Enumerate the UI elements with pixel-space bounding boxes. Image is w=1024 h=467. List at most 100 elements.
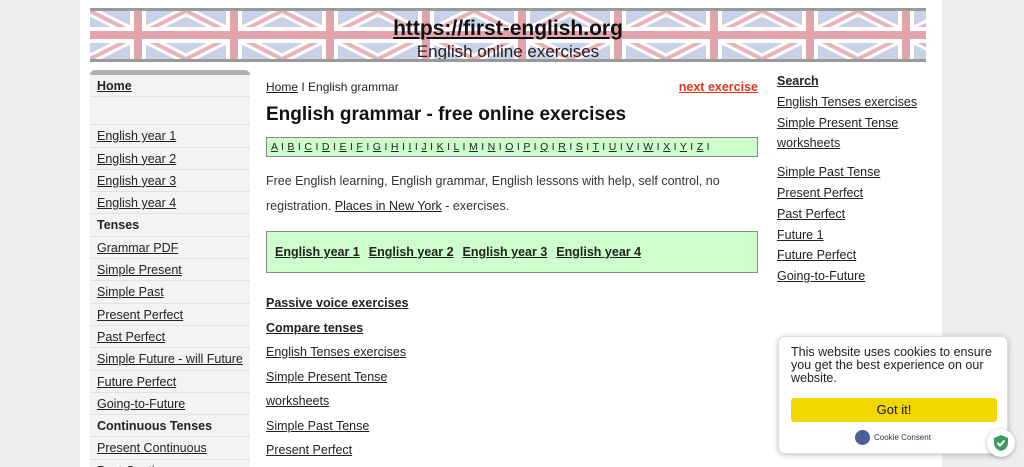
year-link[interactable]: English year 4 <box>556 245 641 259</box>
sidebar-item[interactable]: Simple Past <box>90 281 250 304</box>
alphabet-letter-link[interactable]: X <box>663 141 670 153</box>
sidebar-item[interactable]: Present Continuous <box>90 437 250 460</box>
sidebar-item-link[interactable]: Future Perfect <box>97 375 176 389</box>
alphabet-letter-link[interactable]: K <box>437 141 444 153</box>
sidebar-item-link[interactable]: English year 2 <box>97 152 176 166</box>
breadcrumb: Home I English grammar next exercise <box>266 78 758 96</box>
right-link[interactable]: Simple Present Tense <box>777 116 898 130</box>
right-link[interactable]: English Tenses exercises <box>777 95 917 109</box>
year-link[interactable]: English year 2 <box>369 245 454 259</box>
sidebar-item-link[interactable]: Simple Present <box>97 263 182 277</box>
site-url-link[interactable]: https://first-english.org <box>393 17 623 41</box>
sidebar-item[interactable]: English year 3 <box>90 170 250 193</box>
sidebar-item-link[interactable]: Present Continuous <box>97 441 207 455</box>
year-link[interactable]: English year 3 <box>463 245 548 259</box>
alphabet-letter-link[interactable]: D <box>322 141 330 153</box>
sidebar-item[interactable]: Tenses <box>90 214 250 237</box>
left-sidebar: Home English year 1 English year 2 English… <box>90 70 250 467</box>
alphabet-letter-link[interactable]: O <box>505 141 513 153</box>
main-link-row: Passive voice exercises <box>266 291 758 316</box>
breadcrumb-current: English grammar <box>308 80 399 94</box>
right-link[interactable]: worksheets <box>777 136 840 150</box>
main-link[interactable]: Present Perfect <box>266 443 352 457</box>
alphabet-letter-link[interactable]: R <box>558 141 566 153</box>
sidebar-item-link[interactable]: Going-to-Future <box>97 397 185 411</box>
alphabet-letter-link[interactable]: E <box>339 141 346 153</box>
alphabet-letter-link[interactable]: B <box>287 141 294 153</box>
sidebar-item-link[interactable]: Present Perfect <box>97 308 183 322</box>
sidebar-item-link[interactable]: Simple Future - will Future <box>97 352 243 366</box>
sidebar-item-label: Tenses <box>97 218 140 233</box>
alphabet-letter-link[interactable]: C <box>304 141 312 153</box>
main-links-list: Passive voice exercises Compare tenses Eng… <box>266 291 758 467</box>
right-link[interactable]: Future 1 <box>777 228 824 242</box>
alphabet-letter-link[interactable]: W <box>643 141 653 153</box>
sidebar-item[interactable]: English year 1 <box>90 125 250 148</box>
alphabet-letter-link[interactable]: H <box>391 141 399 153</box>
alphabet-letter-link[interactable]: J <box>421 141 427 153</box>
main-link-row: worksheets <box>266 389 758 414</box>
main-link-row: Simple Present Tense <box>266 365 758 390</box>
sidebar-item[interactable]: English year 2 <box>90 148 250 170</box>
main-link[interactable]: Passive voice exercises <box>266 296 408 310</box>
sidebar-item[interactable]: Simple Future - will Future <box>90 348 250 371</box>
sidebar-item-label: Continuous Tenses <box>97 419 213 434</box>
right-link[interactable]: Future Perfect <box>777 248 856 262</box>
main-link-row: Simple Past Tense <box>266 414 758 439</box>
year-link[interactable]: English year 1 <box>275 245 360 259</box>
header-banner: https://first-english.org English online… <box>90 8 926 62</box>
main-link[interactable]: Compare tenses <box>266 321 363 335</box>
sidebar-item[interactable]: English year 4 <box>90 192 250 215</box>
alphabet-letter-link[interactable]: G <box>373 141 381 153</box>
sidebar-item[interactable]: Past Perfect <box>90 326 250 349</box>
sidebar-item-link[interactable]: Past Perfect <box>97 330 165 344</box>
year-links-box: English year 1 English year 2 English year… <box>266 231 758 273</box>
alphabet-letter-link[interactable]: U <box>609 141 617 153</box>
main-link-row: Past Perfect <box>266 463 758 467</box>
sidebar-item[interactable]: Grammar PDF <box>90 237 250 260</box>
sidebar-item-link[interactable]: English year 3 <box>97 174 176 188</box>
breadcrumb-home-link[interactable]: Home <box>266 80 298 94</box>
sidebar-item-link[interactable]: English year 4 <box>97 196 176 210</box>
alphabet-letter-link[interactable]: A <box>271 141 278 153</box>
alphabet-letter-link[interactable]: V <box>626 141 633 153</box>
sidebar-item[interactable]: Continuous Tenses <box>90 415 250 438</box>
main-link[interactable]: English Tenses exercises <box>266 345 406 359</box>
right-link[interactable]: Search <box>777 74 819 88</box>
alphabet-letter-link[interactable]: P <box>523 141 530 153</box>
alphabet-letter-link[interactable]: Z <box>697 141 704 153</box>
main-link[interactable]: Simple Past Tense <box>266 419 369 433</box>
cookie-consent-brand[interactable]: Cookie Consent <box>855 430 931 446</box>
sidebar-item-link[interactable]: Grammar PDF <box>97 241 178 255</box>
right-link[interactable]: Going-to-Future <box>777 269 865 283</box>
sidebar-item-link[interactable]: English year 1 <box>97 129 176 143</box>
alphabet-letter-link[interactable]: T <box>593 141 600 153</box>
sidebar-item[interactable]: Present Perfect <box>90 304 250 326</box>
alphabet-letter-link[interactable]: M <box>469 141 478 153</box>
alphabet-letter-link[interactable]: I <box>408 141 411 153</box>
right-link-row: Future Perfect <box>777 245 937 266</box>
right-link-row: Going-to-Future <box>777 266 937 287</box>
shield-check-icon[interactable] <box>987 429 1015 457</box>
alphabet-letter-link[interactable]: F <box>356 141 363 153</box>
main-link[interactable]: Simple Present Tense <box>266 370 387 384</box>
sidebar-item[interactable]: Simple Present <box>90 259 250 282</box>
alphabet-letter-link[interactable]: L <box>454 141 460 153</box>
alphabet-letter-link[interactable]: Y <box>680 141 687 153</box>
sidebar-item[interactable]: Going-to-Future <box>90 393 250 416</box>
alphabet-letter-link[interactable]: Q <box>540 141 548 153</box>
places-new-york-link[interactable]: Places in New York <box>335 199 442 213</box>
right-gap <box>777 154 937 162</box>
main-link[interactable]: worksheets <box>266 394 329 408</box>
alphabet-letter-link[interactable]: N <box>488 141 496 153</box>
next-exercise-link[interactable]: next exercise <box>679 78 758 96</box>
right-link[interactable]: Simple Past Tense <box>777 165 880 179</box>
alphabet-letter-link[interactable]: S <box>576 141 583 153</box>
sidebar-item-link[interactable]: Simple Past <box>97 285 164 299</box>
sidebar-item[interactable]: Future Perfect <box>90 371 250 393</box>
right-link[interactable]: Past Perfect <box>777 207 845 221</box>
sidebar-item-home[interactable]: Home <box>90 75 250 98</box>
right-link[interactable]: Present Perfect <box>777 186 863 200</box>
got-it-button[interactable]: Got it! <box>791 398 997 422</box>
sidebar-item[interactable]: Past Continuous <box>90 460 250 467</box>
